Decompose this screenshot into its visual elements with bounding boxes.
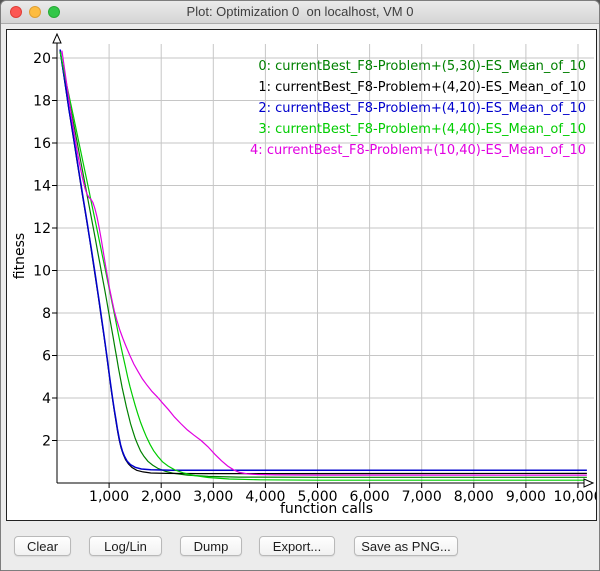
legend-entry: 0: currentBest_F8-Problem+(5,30)-ES_Mean… (250, 56, 586, 77)
y-axis-label: fitness (12, 206, 28, 306)
y-tick-label: 2 (42, 434, 51, 450)
legend-entry: 1: currentBest_F8-Problem+(4,20)-ES_Mean… (250, 77, 586, 98)
y-tick-label: 8 (42, 306, 51, 322)
x-axis-label: function calls (57, 501, 596, 517)
plot-window: Plot: Optimization 0 on localhost, VM 0 … (0, 0, 600, 571)
plot-panel: 1,0002,0003,0004,0005,0006,0007,0008,000… (6, 29, 597, 521)
y-tick-label: 16 (33, 136, 51, 152)
x-axis-arrow-icon (584, 479, 593, 487)
dump-button[interactable]: Dump (180, 536, 242, 556)
legend-entry: 3: currentBest_F8-Problem+(4,40)-ES_Mean… (250, 119, 586, 140)
y-tick-label: 18 (33, 94, 51, 110)
legend-entry: 4: currentBest_F8-Problem+(10,40)-ES_Mea… (250, 140, 586, 161)
y-tick-label: 6 (42, 349, 51, 365)
export-button[interactable]: Export... (259, 536, 335, 556)
y-tick-label: 12 (33, 221, 51, 237)
legend: 0: currentBest_F8-Problem+(5,30)-ES_Mean… (250, 56, 586, 161)
log-lin-button[interactable]: Log/Lin (89, 536, 162, 556)
y-tick-label: 20 (33, 51, 51, 67)
save-as-png-button[interactable]: Save as PNG... (354, 536, 458, 556)
titlebar[interactable]: Plot: Optimization 0 on localhost, VM 0 (1, 1, 599, 24)
y-tick-label: 14 (33, 179, 51, 195)
clear-button[interactable]: Clear (14, 536, 71, 556)
y-tick-label: 4 (42, 391, 51, 407)
legend-entry: 2: currentBest_F8-Problem+(4,10)-ES_Mean… (250, 98, 586, 119)
y-axis-arrow-icon (53, 34, 61, 43)
y-tick-label: 10 (33, 264, 51, 280)
window-title: Plot: Optimization 0 on localhost, VM 0 (1, 4, 599, 19)
